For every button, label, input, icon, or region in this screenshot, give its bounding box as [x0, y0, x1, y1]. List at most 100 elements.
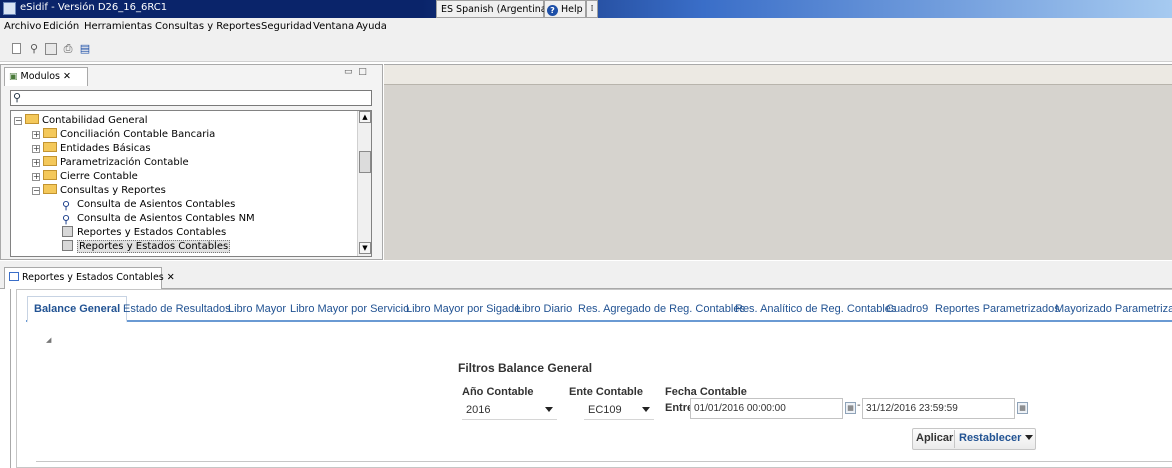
menu-consultas-reportes[interactable]: Consultas y Reportes	[155, 21, 261, 32]
editor-area	[384, 64, 1172, 260]
report-icon	[62, 240, 73, 251]
calendar-icon[interactable]: ▦	[845, 402, 856, 414]
close-icon[interactable]: ✕	[167, 272, 175, 283]
menu-seguridad[interactable]: Seguridad	[261, 21, 312, 32]
modules-tab[interactable]: ▣ Modulos ✕	[4, 67, 88, 86]
close-icon[interactable]: ✕	[63, 71, 71, 82]
menu-archivo[interactable]: Archivo	[4, 21, 41, 32]
fecha-contable-label: Fecha Contable	[665, 386, 747, 398]
menu-ventana[interactable]: Ventana	[313, 21, 354, 32]
collapse-icon[interactable]: −	[32, 187, 40, 195]
tree-item-label: Conciliación Contable Bancaria	[60, 129, 216, 140]
tree-item-consulta-asientos[interactable]: ⚲ Consulta de Asientos Contables	[62, 198, 235, 212]
menu-edicion[interactable]: Edición	[43, 21, 79, 32]
new-file-icon[interactable]	[12, 43, 21, 54]
help-button[interactable]: ? Help	[544, 0, 586, 18]
module-search-input[interactable]: ⚲	[10, 90, 372, 106]
modules-icon: ▣	[9, 72, 18, 82]
collapse-panel-icon[interactable]: ◢	[46, 336, 51, 344]
date-range-dash: -	[857, 400, 861, 411]
ente-contable-label: Ente Contable	[569, 386, 643, 398]
button-divider	[954, 430, 955, 448]
tree-item-entidades-basicas[interactable]: + Entidades Básicas	[32, 142, 151, 156]
fecha-desde-input[interactable]: 01/01/2016 00:00:00	[690, 398, 843, 419]
expand-icon[interactable]: +	[32, 159, 40, 167]
tree-item-parametrizacion[interactable]: + Parametrización Contable	[32, 156, 189, 170]
tab-res-agregado[interactable]: Res. Agregado de Reg. Contables	[578, 303, 745, 315]
panel-controls: ▭ □	[344, 67, 378, 81]
tab-reportes-parametrizados[interactable]: Reportes Parametrizados	[935, 303, 1060, 315]
folder-icon	[43, 184, 57, 194]
print-icon[interactable]: ⎙	[62, 43, 74, 55]
scroll-thumb[interactable]	[359, 151, 371, 173]
expand-icon[interactable]: +	[32, 131, 40, 139]
search-icon: ⚲	[13, 91, 22, 104]
restablecer-button[interactable]: Restablecer	[959, 432, 1034, 444]
tab-libro-diario[interactable]: Libro Diario	[516, 303, 572, 315]
tab-mayorizado-parametrizable[interactable]: Mayorizado Parametrizable	[1055, 303, 1172, 315]
aplicar-button[interactable]: Aplicar	[916, 432, 953, 444]
tree-item-consulta-asientos-nm[interactable]: ⚲ Consulta de Asientos Contables NM	[62, 212, 255, 226]
tree-item-label: Consultas y Reportes	[60, 185, 166, 196]
tree-item-label: Consulta de Asientos Contables	[77, 199, 236, 210]
view-tab-label: Reportes y Estados Contables	[22, 272, 164, 283]
menu-herramientas[interactable]: Herramientas	[84, 21, 152, 32]
query-icon: ⚲	[62, 213, 71, 226]
scroll-up-icon[interactable]: ▲	[359, 111, 371, 123]
filters-title: Filtros Balance General	[458, 361, 593, 375]
maximize-icon[interactable]: □	[358, 67, 367, 77]
tree-item-label: Reportes y Estados Contables	[77, 227, 227, 238]
menu-ayuda[interactable]: Ayuda	[356, 21, 387, 32]
tree-item-cierre-contable[interactable]: + Cierre Contable	[32, 170, 138, 184]
tab-estado-resultados[interactable]: Estado de Resultados	[123, 303, 231, 315]
folder-icon	[43, 170, 57, 180]
fecha-hasta-input[interactable]: 31/12/2016 23:59:59	[862, 398, 1015, 419]
anio-contable-select[interactable]: 2016	[462, 401, 557, 420]
folder-icon	[43, 128, 57, 138]
search-icon[interactable]: ⚲	[28, 43, 40, 55]
export-icon[interactable]: ▤	[79, 43, 91, 55]
view-tab-strip	[0, 267, 1172, 289]
scroll-down-icon[interactable]: ▼	[359, 242, 371, 254]
tab-res-analitico[interactable]: Res. Analítico de Reg. Contables	[735, 303, 896, 315]
tree-item-label: Contabilidad General	[42, 115, 148, 126]
view-icon	[9, 272, 19, 281]
tab-libro-mayor[interactable]: Libro Mayor	[228, 303, 286, 315]
tree-scrollbar[interactable]: ▲ ▼	[357, 111, 371, 256]
expand-icon[interactable]: +	[32, 173, 40, 181]
tab-libro-mayor-servicio[interactable]: Libro Mayor por Servicio	[290, 303, 409, 315]
help-icon: ?	[547, 5, 558, 16]
expand-icon[interactable]: +	[32, 145, 40, 153]
toolbar-grip-icon[interactable]: ⁞	[586, 0, 598, 18]
ente-contable-select[interactable]: EC109	[584, 401, 654, 420]
tree-item-reportes-estados-selected[interactable]: Reportes y Estados Contables	[62, 240, 231, 254]
tab-cuadro9[interactable]: Cuadro9	[886, 303, 928, 315]
save-icon[interactable]	[45, 43, 57, 55]
results-panel	[36, 461, 1172, 468]
anio-contable-value: 2016	[466, 404, 491, 416]
tree-item-consultas-reportes[interactable]: − Consultas y Reportes	[32, 184, 166, 198]
window-title: eSidif - Versión D26_16_6RC1	[20, 2, 168, 13]
calendar-icon[interactable]: ▦	[1017, 402, 1028, 414]
tree-item-conciliacion[interactable]: + Conciliación Contable Bancaria	[32, 128, 215, 142]
tab-balance-general[interactable]: Balance General	[27, 296, 128, 323]
report-tabs: Balance General Estado de Resultados Lib…	[26, 295, 1172, 323]
modules-tab-label: Modulos	[20, 71, 61, 82]
tab-libro-mayor-sigade[interactable]: Libro Mayor por Sigade	[406, 303, 520, 315]
tree-item-contabilidad-general[interactable]: − Contabilidad General	[14, 114, 148, 128]
collapse-icon[interactable]: −	[14, 117, 22, 125]
editor-area-header	[384, 65, 1172, 85]
tree-item-label: Cierre Contable	[60, 171, 138, 182]
folder-icon	[43, 142, 57, 152]
folder-icon	[43, 156, 57, 166]
view-tab-reportes[interactable]: Reportes y Estados Contables ✕	[4, 267, 175, 289]
module-tree: − Contabilidad General + Conciliación Cont…	[10, 110, 372, 257]
tree-item-reportes-estados[interactable]: Reportes y Estados Contables	[62, 226, 226, 240]
tree-item-label: Entidades Básicas	[60, 143, 151, 154]
minimize-icon[interactable]: ▭	[344, 67, 353, 77]
language-selector[interactable]: ES Spanish (Argentina)	[436, 0, 550, 18]
folder-icon	[25, 114, 39, 124]
tree-item-label: Parametrización Contable	[60, 157, 189, 168]
entre-label: Entre	[665, 402, 694, 414]
app-icon	[3, 2, 16, 15]
